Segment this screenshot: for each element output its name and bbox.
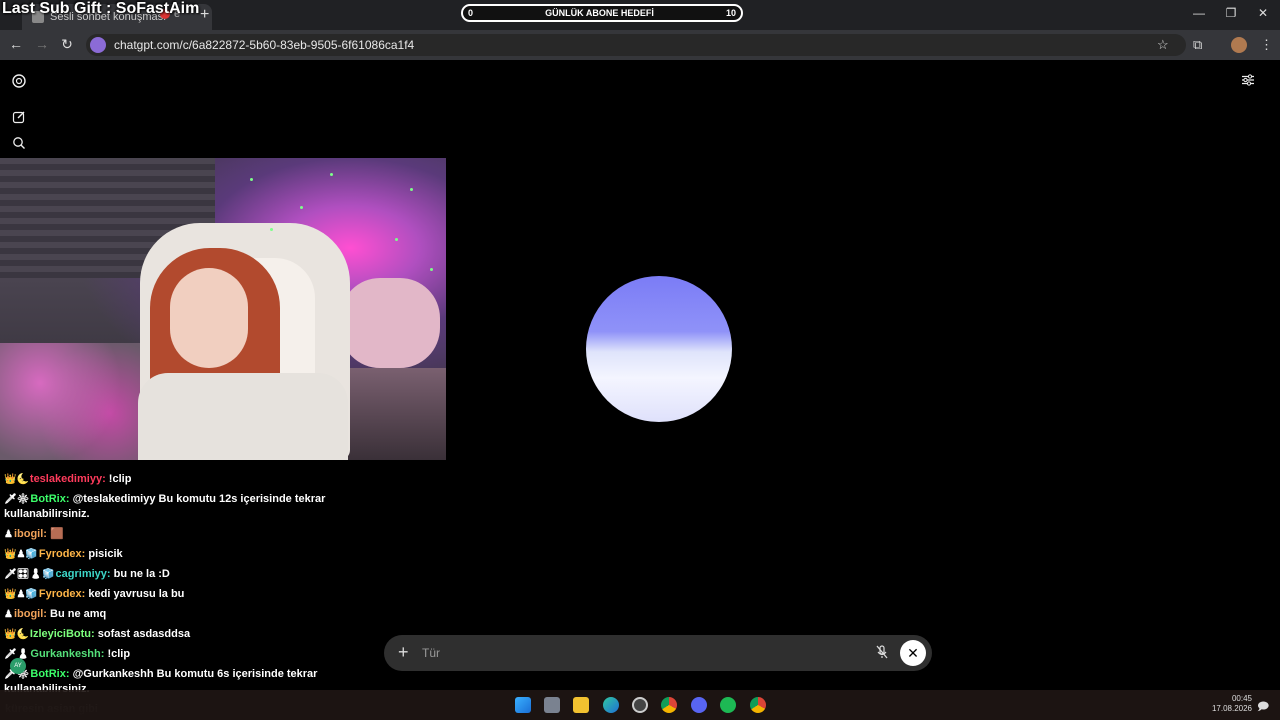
chat-message: 🗡❇BotRix: @teslakedimiyy Bu komutu 12s i… xyxy=(4,492,384,522)
chat-badges-icon: 👑♟🧊 xyxy=(4,589,38,600)
url-field[interactable]: chatgpt.com/c/6a822872-5b60-83eb-9505-6f… xyxy=(86,34,1186,56)
chat-colon: : xyxy=(91,628,98,640)
chat-text: !clip xyxy=(108,473,132,485)
chatgpt-logo-icon[interactable] xyxy=(11,73,27,89)
star-light xyxy=(270,228,273,231)
chat-username[interactable]: Fyrodex xyxy=(39,548,82,560)
webcam-streamer-face xyxy=(170,268,248,368)
task-view-icon[interactable] xyxy=(544,697,560,713)
chat-message: 👑🌜IzleyiciBotu: sofast asdasddsa xyxy=(4,627,384,642)
chat-username[interactable]: cagrimiyy xyxy=(56,568,107,580)
star-light xyxy=(430,268,433,271)
goal-label: GÜNLÜK ABONE HEDEFİ xyxy=(545,8,654,18)
chat-colon: : xyxy=(102,473,109,485)
subscriber-goal-bar: 0 GÜNLÜK ABONE HEDEFİ 10 xyxy=(461,4,743,22)
clock-date: 17.08.2026 xyxy=(1211,704,1252,713)
taskbar-clock[interactable]: 00:45 17.08.2026 xyxy=(1206,694,1252,714)
chat-text: Bu ne amq xyxy=(50,608,107,620)
chat-badges-icon: 🗡🎛♟🧊 xyxy=(4,569,55,580)
end-voice-button[interactable]: ✕ xyxy=(900,640,926,666)
webcam-plush-toy xyxy=(340,278,440,368)
chat-colon: : xyxy=(65,493,73,505)
chat-text: 🟫 xyxy=(50,528,64,540)
goal-target: 10 xyxy=(725,8,736,18)
minimize-button[interactable]: — xyxy=(1189,6,1209,20)
voice-mode-orb xyxy=(586,276,732,422)
browser-menu-icon[interactable]: ⋮ xyxy=(1260,37,1273,53)
mute-microphone-icon[interactable] xyxy=(874,644,890,665)
star-light xyxy=(410,188,413,191)
chat-message: ♟ibogil: 🟫 xyxy=(4,527,384,542)
chat-username[interactable]: teslakedimiyy xyxy=(30,473,102,485)
chat-text: !clip xyxy=(107,648,131,660)
screen: Sesli sohbet konuşması e + — ❐ ✕ ← → ↻ c… xyxy=(0,0,1280,720)
webcam-flowers xyxy=(0,343,150,460)
webcam-streamer-body xyxy=(138,373,348,460)
chat-message: 🗡♟Gurkankeshh: !clip xyxy=(4,647,384,662)
goal-current: 0 xyxy=(468,8,474,18)
star-light xyxy=(330,173,333,176)
notifications-icon[interactable]: 🗩 xyxy=(1257,698,1269,717)
star-light xyxy=(395,238,398,241)
file-explorer-icon[interactable] xyxy=(573,697,589,713)
chat-username[interactable]: BotRix xyxy=(30,493,65,505)
windows-start-icon[interactable] xyxy=(515,697,531,713)
chat-user-avatar: AY xyxy=(10,658,26,674)
chat-message: 🗡🎛♟🧊cagrimiyy: bu ne la :D xyxy=(4,567,384,582)
edge-icon[interactable] xyxy=(603,697,619,713)
chat-username[interactable]: Fyrodex xyxy=(39,588,82,600)
reload-icon[interactable]: ↻ xyxy=(58,36,76,53)
site-info-icon[interactable] xyxy=(90,37,106,53)
chat-badges-icon: ♟ xyxy=(4,529,13,540)
webcam-overlay xyxy=(0,158,446,460)
chat-colon: : xyxy=(106,568,114,580)
chat-username[interactable]: ibogil xyxy=(14,608,43,620)
chrome-profile-icon[interactable] xyxy=(661,697,677,713)
chat-text: sofast asdasddsa xyxy=(97,628,191,640)
chat-message: 👑🌜teslakedimiyy: !clip xyxy=(4,472,384,487)
new-chat-icon[interactable] xyxy=(11,109,27,125)
chat-message: 👑♟🧊Fyrodex: kedi yavrusu la bu xyxy=(4,587,384,602)
close-window-button[interactable]: ✕ xyxy=(1253,6,1273,20)
last-sub-gift-label: Last Sub Gift : SoFastAim xyxy=(2,0,200,17)
chat-badges-icon: 🗡❇ xyxy=(4,494,30,505)
forward-icon[interactable]: → xyxy=(33,36,51,52)
composer-input[interactable]: Tür xyxy=(422,646,440,660)
voice-settings-icon[interactable] xyxy=(1241,73,1255,92)
extensions-icon[interactable]: ⧉ xyxy=(1193,37,1202,53)
obs-icon[interactable] xyxy=(632,697,648,713)
search-icon[interactable] xyxy=(11,135,27,151)
voice-composer-bar: + Tür ✕ xyxy=(384,635,932,671)
url-text: chatgpt.com/c/6a822872-5b60-83eb-9505-6f… xyxy=(114,38,415,52)
bookmark-star-icon[interactable]: ☆ xyxy=(1157,37,1169,53)
chat-username[interactable]: Gurkankeshh xyxy=(30,648,100,660)
back-icon[interactable]: ← xyxy=(7,36,25,52)
chat-message: 👑♟🧊Fyrodex: pisicik xyxy=(4,547,384,562)
chat-username[interactable]: BotRix xyxy=(30,668,65,680)
chat-badges-icon: 👑🌜 xyxy=(4,474,29,485)
star-light xyxy=(300,206,303,209)
clock-time: 00:45 xyxy=(1231,694,1252,703)
chat-text: kedi yavrusu la bu xyxy=(88,588,185,600)
chat-badges-icon: ♟ xyxy=(4,609,13,620)
discord-icon[interactable] xyxy=(691,697,707,713)
spotify-icon[interactable] xyxy=(720,697,736,713)
chat-text: bu ne la :D xyxy=(113,568,170,580)
chat-colon: : xyxy=(65,668,73,680)
plus-icon[interactable]: + xyxy=(398,643,409,661)
profile-avatar-icon[interactable] xyxy=(1231,37,1247,53)
chat-badges-icon: 👑♟🧊 xyxy=(4,549,38,560)
chat-username[interactable]: IzleyiciBotu xyxy=(30,628,91,640)
chat-username[interactable]: ibogil xyxy=(14,528,43,540)
star-light xyxy=(250,178,253,181)
chat-message: ♟ibogil: Bu ne amq xyxy=(4,607,384,622)
chrome-icon[interactable] xyxy=(750,697,766,713)
chat-text: pisicik xyxy=(88,548,123,560)
chat-badges-icon: 👑🌜 xyxy=(4,629,29,640)
new-tab-button[interactable]: + xyxy=(200,6,209,24)
maximize-button[interactable]: ❐ xyxy=(1221,6,1241,20)
